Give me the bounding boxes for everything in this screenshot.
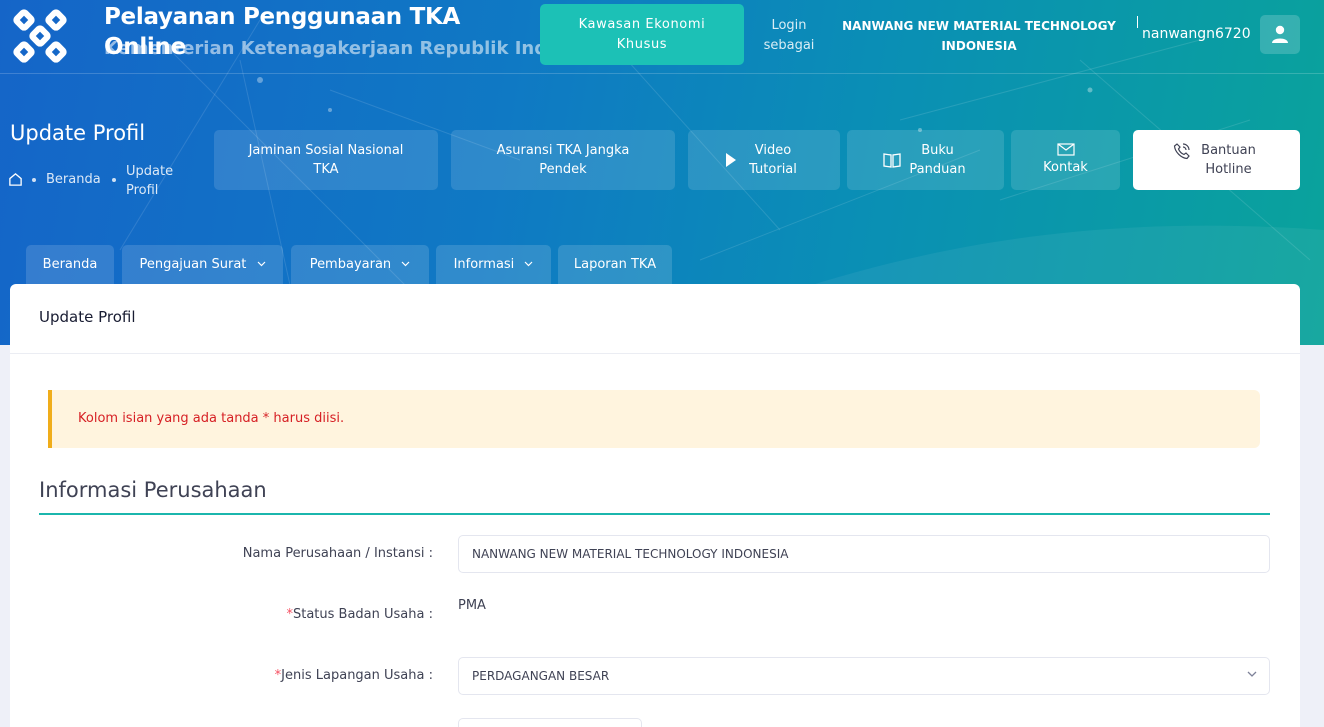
- required-fields-alert: Kolom isian yang ada tanda * harus diisi…: [48, 390, 1260, 448]
- book-icon: [882, 153, 901, 168]
- chevron-down-icon: [257, 261, 265, 267]
- breadcrumb: Beranda Update Profil: [8, 160, 208, 200]
- phone-icon: [1173, 143, 1190, 160]
- video-tutorial-label: Video Tutorial: [749, 143, 797, 177]
- card-header: Update Profil: [10, 284, 1300, 354]
- update-profile-card: Update Profil Kolom isian yang ada tanda…: [10, 284, 1300, 727]
- jaminan-sosial-label: Jaminan Sosial Nasional TKA: [248, 143, 404, 177]
- chevron-down-icon: [401, 261, 410, 267]
- kontak-label: Kontak: [1043, 160, 1088, 175]
- tab-pembayaran-label: Pembayaran: [309, 257, 392, 272]
- section-title: Informasi Perusahaan: [39, 478, 267, 502]
- video-tutorial-button[interactable]: Video Tutorial: [688, 130, 840, 190]
- kawasan-ekonomi-khusus-button[interactable]: Kawasan Ekonomi Khusus: [540, 4, 744, 65]
- kontak-content: Kontak: [1026, 143, 1106, 177]
- tab-pembayaran[interactable]: Pembayaran: [291, 245, 429, 285]
- asuransi-tka-label: Asuransi TKA Jangka Pendek: [496, 143, 630, 177]
- user-avatar[interactable]: [1260, 15, 1300, 54]
- header-divider: [1137, 16, 1138, 28]
- buku-panduan-label: Buku Panduan: [909, 143, 966, 177]
- chevron-down-icon: [525, 261, 533, 267]
- business-field-label-text: Jenis Lapangan Usaha :: [281, 668, 433, 683]
- app-title-line1: Pelayanan Penggunaan TKA: [104, 4, 460, 30]
- company-name-label-text: Nama Perusahaan / Instansi :: [242, 546, 433, 561]
- buku-panduan-button[interactable]: Buku Panduan: [847, 130, 1004, 190]
- business-field-selected-value: PERDAGANGAN BESAR: [472, 669, 610, 683]
- mail-icon: [1056, 143, 1075, 156]
- logged-in-company: NANWANG NEW MATERIAL TECHNOLOGY INDONESI…: [842, 19, 1116, 53]
- jaminan-sosial-button[interactable]: Jaminan Sosial Nasional TKA: [214, 130, 438, 190]
- tab-pengajuan-surat[interactable]: Pengajuan Surat: [122, 245, 283, 285]
- app-title-line2: Online: [104, 34, 186, 60]
- company-name-input[interactable]: NANWANG NEW MATERIAL TECHNOLOGY INDONESI…: [458, 535, 1270, 573]
- kontak-button[interactable]: Kontak: [1011, 130, 1120, 190]
- section-divider: [39, 513, 1270, 515]
- alert-text: Kolom isian yang ada tanda * harus diisi…: [78, 411, 345, 426]
- company-name-label: Nama Perusahaan / Instansi :: [33, 546, 433, 561]
- play-icon: [726, 153, 736, 167]
- home-icon[interactable]: [8, 172, 23, 187]
- breadcrumb-item-update-profil: Update Profil: [126, 164, 174, 198]
- ministry-logo-icon: [13, 9, 67, 63]
- next-field-input[interactable]: [458, 718, 642, 727]
- tab-pengajuan-surat-label: Pengajuan Surat: [139, 257, 247, 272]
- business-status-label: *Status Badan Usaha :: [33, 607, 433, 622]
- user-icon: [1272, 25, 1288, 43]
- page-title: Update Profil: [10, 121, 146, 145]
- business-field-select[interactable]: PERDAGANGAN BESAR: [458, 657, 1270, 695]
- breadcrumb-separator: [112, 178, 116, 182]
- business-status-label-text: Status Badan Usaha :: [292, 607, 433, 622]
- business-field-label: *Jenis Lapangan Usaha :: [33, 668, 433, 683]
- login-as-label: Login sebagai: [763, 18, 815, 53]
- breadcrumb-separator: [32, 178, 36, 182]
- tab-informasi-label: Informasi: [453, 257, 515, 272]
- breadcrumb-item-beranda[interactable]: Beranda: [46, 172, 101, 187]
- tab-laporan-tka-label: Laporan TKA: [573, 257, 657, 272]
- top-bar: Pelayanan Penggunaan TKA Kementerian Ket…: [0, 0, 1324, 74]
- chevron-down-icon: [1247, 671, 1257, 677]
- asuransi-tka-button[interactable]: Asuransi TKA Jangka Pendek: [451, 130, 675, 190]
- business-status-value: PMA: [458, 598, 486, 613]
- app-title: Pelayanan Penggunaan TKA Kementerian Ket…: [104, 2, 540, 68]
- tab-laporan-tka[interactable]: Laporan TKA: [558, 245, 672, 285]
- username[interactable]: nanwangn6720: [1142, 26, 1251, 42]
- tab-informasi[interactable]: Informasi: [436, 245, 551, 285]
- card-title: Update Profil: [39, 308, 136, 326]
- tab-beranda[interactable]: Beranda: [26, 245, 114, 285]
- bantuan-hotline-button[interactable]: Bantuan Hotline: [1133, 130, 1300, 190]
- bantuan-hotline-label: Bantuan Hotline: [1201, 143, 1256, 177]
- tab-beranda-label: Beranda: [42, 257, 98, 272]
